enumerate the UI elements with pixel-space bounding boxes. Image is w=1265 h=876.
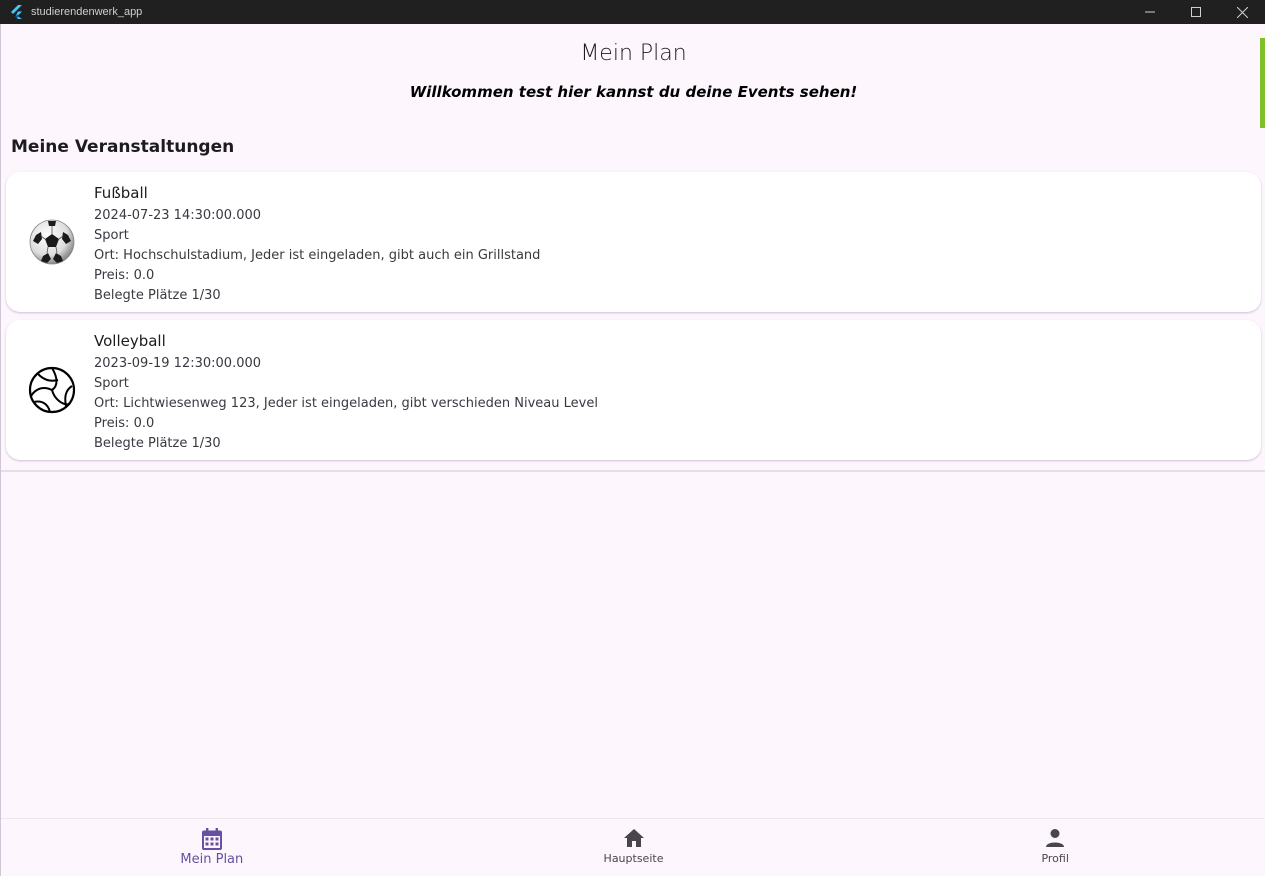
app-content: Mein Plan Willkommen test hier kannst du… — [0, 24, 1265, 876]
event-location: Ort: Hochschulstadium, Jeder ist eingela… — [94, 248, 541, 263]
event-card-fussball[interactable]: Fußball 2024-07-23 14:30:00.000 Sport Or… — [6, 172, 1261, 312]
nav-label: Profil — [1041, 852, 1069, 865]
close-button[interactable] — [1219, 0, 1265, 24]
list-divider — [1, 470, 1265, 472]
soccer-ball-icon — [29, 219, 75, 265]
maximize-icon — [1191, 7, 1201, 17]
window-titlebar[interactable]: studierendenwerk_app — [0, 0, 1265, 24]
event-datetime: 2023-09-19 12:30:00.000 — [94, 356, 262, 371]
home-icon — [623, 829, 644, 847]
minimize-icon — [1145, 11, 1155, 13]
flutter-logo-icon — [11, 5, 22, 19]
event-seats: Belegte Plätze 1/30 — [94, 288, 221, 303]
event-datetime: 2024-07-23 14:30:00.000 — [94, 208, 262, 223]
welcome-message: Willkommen test hier kannst du deine Eve… — [409, 83, 858, 101]
event-seats: Belegte Plätze 1/30 — [94, 436, 221, 451]
minimize-button[interactable] — [1127, 0, 1173, 24]
section-title: Meine Veranstaltungen — [11, 137, 235, 157]
calendar-icon — [201, 828, 222, 850]
nav-item-profil[interactable]: Profil — [844, 819, 1265, 876]
nav-item-hauptseite[interactable]: Hauptseite — [423, 819, 845, 876]
event-category: Sport — [94, 228, 129, 243]
close-icon — [1236, 6, 1248, 18]
event-card-volleyball[interactable]: Volleyball 2023-09-19 12:30:00.000 Sport… — [6, 320, 1261, 460]
window-title: studierendenwerk_app — [31, 6, 143, 18]
nav-item-mein-plan[interactable]: Mein Plan — [1, 819, 423, 876]
bottom-navigation-bar: Mein Plan Hauptseite Profil — [1, 818, 1265, 876]
page-title: Mein Plan — [580, 41, 687, 66]
event-name: Fußball — [94, 184, 148, 202]
event-price: Preis: 0.0 — [94, 416, 155, 431]
person-icon — [1046, 829, 1065, 847]
nav-label: Mein Plan — [180, 852, 244, 867]
volleyball-icon — [28, 366, 76, 414]
event-price: Preis: 0.0 — [94, 268, 155, 283]
event-location: Ort: Lichtwiesenweg 123, Jeder ist einge… — [94, 396, 598, 411]
maximize-button[interactable] — [1173, 0, 1219, 24]
event-category: Sport — [94, 376, 129, 391]
event-name: Volleyball — [94, 332, 166, 350]
nav-label: Hauptseite — [603, 852, 664, 865]
